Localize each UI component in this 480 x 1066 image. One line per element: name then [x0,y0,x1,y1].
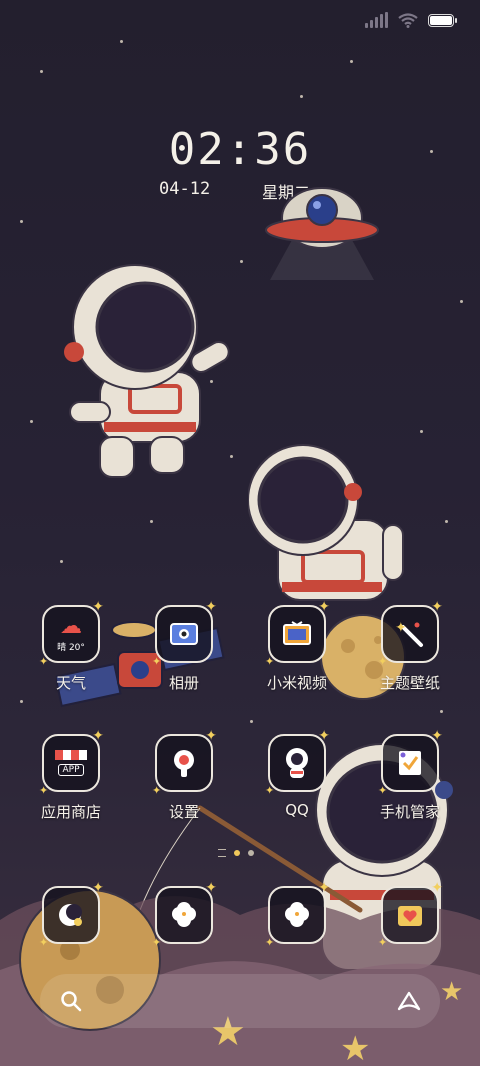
sparkle-icon: ✦ [92,728,104,744]
app-label: 小米视频 [266,674,327,692]
sparkle-icon: ✦ [378,936,388,949]
dock-bar [40,974,440,1028]
astronaut-mascot-icon [286,748,308,778]
sparkle-icon: ✦ [378,784,388,797]
app-store-icon: ✦ ✦ APP [39,728,104,797]
sparkle-icon: ✦ [318,728,330,744]
page-dot [248,850,254,856]
security-icon: ✦ ✦ [378,728,443,797]
app-dock-2[interactable]: ✦ ✦ [128,880,240,949]
sun-cloud-icon: ☁ [60,613,82,639]
sparkle-icon: ✦ [265,784,275,797]
battery-icon [428,13,457,27]
app-label: 主题壁纸 [379,674,440,692]
sparkle-icon: ✦ [431,599,443,615]
photo-frame-icon [170,623,198,645]
page-list-indicator [218,849,226,857]
sparkle-icon: ✦ [431,728,443,744]
sparkle-icon: ✦ [152,784,162,797]
folder-heart-icon [398,906,422,926]
app-label: 相册 [168,674,199,692]
svg-text:★: ★ [340,1029,370,1066]
app-themes[interactable]: ✦ ✦ ✦ 主题壁纸 [354,599,466,693]
svg-text:✦: ✦ [395,620,407,636]
sparkle-icon: ✦ [265,936,275,949]
cloud-face-icon [285,902,309,927]
search-icon[interactable] [58,988,84,1014]
app-settings[interactable]: ✦ ✦ 设置 [128,728,240,822]
sparkle-icon: ✦ [431,880,443,896]
app-weather[interactable]: ✦ ✦ ☁ 晴 20° 天气 [15,599,127,693]
app-icon-1: ✦ ✦ [39,880,104,949]
tv-icon [283,621,311,645]
app-dock-4[interactable]: ✦ ✦ [354,880,466,949]
app-dock-3[interactable]: ✦ ✦ [241,880,353,949]
sparkle-icon: ✦ [318,880,330,896]
app-gallery[interactable]: ✦ ✦ 相册 [128,599,240,693]
sparkle-icon: ✦ [205,599,217,615]
cloud-face-icon [172,902,196,927]
app-icon-4: ✦ ✦ [378,880,443,949]
app-store-mini-text: APP [58,764,84,776]
weather-mini-text: 晴 20° [57,642,85,653]
gallery-icon: ✦ ✦ [152,599,217,668]
clock-time[interactable]: 02:36 [0,124,480,175]
app-label: 天气 [55,674,86,692]
sparkle-icon: ✦ [39,655,49,668]
sparkle-icon: ✦ [318,599,330,615]
gear-icon [174,750,194,777]
app-label: QQ [285,801,309,819]
magic-wand-icon: ✦ [395,620,423,647]
app-dock-1[interactable]: ✦ ✦ [15,880,127,949]
app-label: 设置 [168,803,199,821]
svg-text:★: ★ [440,977,463,1007]
page-indicator[interactable] [218,849,254,857]
assistant-icon[interactable] [396,988,422,1014]
app-icon-2: ✦ ✦ [152,880,217,949]
app-qq[interactable]: ✦ ✦ QQ [241,728,353,819]
weather-icon: ✦ ✦ ☁ 晴 20° [39,599,104,668]
wifi-icon [398,12,418,28]
status-bar [365,12,457,28]
app-icon-3: ✦ ✦ [265,880,330,949]
app-video[interactable]: ✦ ✦ 小米视频 [241,599,353,693]
qq-icon: ✦ ✦ [265,728,330,797]
app-label: 应用商店 [40,803,101,821]
sparkle-icon: ✦ [205,880,217,896]
phone-moon-icon [59,904,82,926]
sparkle-icon: ✦ [152,655,162,668]
sparkle-icon: ✦ [152,936,162,949]
sparkle-icon: ✦ [265,655,275,668]
sparkle-icon: ✦ [92,599,104,615]
clock-date: 04-12 [159,179,211,199]
astronaut-illustration-1 [64,264,230,478]
clipboard-heart-icon [399,751,421,775]
store-awning-icon [55,750,87,760]
sparkle-icon: ✦ [92,880,104,896]
page-dot-active [234,850,240,856]
themes-icon: ✦ ✦ ✦ [378,599,443,668]
sparkle-icon: ✦ [39,784,49,797]
signal-icon [365,12,388,28]
app-label: 手机管家 [379,803,440,821]
video-icon: ✦ ✦ [265,599,330,668]
sparkle-icon: ✦ [205,728,217,744]
sparkle-icon: ✦ [39,936,49,949]
astronaut-illustration-2 [248,444,404,601]
settings-icon: ✦ ✦ [152,728,217,797]
app-security[interactable]: ✦ ✦ 手机管家 [354,728,466,822]
sparkle-icon: ✦ [378,655,388,668]
ufo-illustration [265,187,379,280]
app-store[interactable]: ✦ ✦ APP 应用商店 [15,728,127,822]
